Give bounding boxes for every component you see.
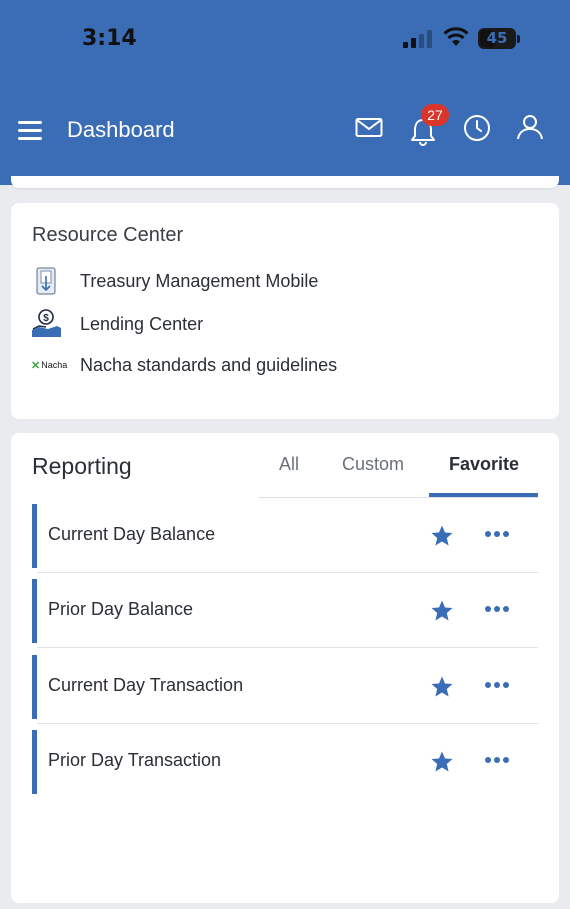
partial-card — [11, 176, 559, 188]
report-row[interactable]: Current Day Transaction — [32, 655, 538, 730]
reporting-title: Reporting — [32, 453, 132, 479]
resource-item-lending[interactable]: $ Lending Center — [31, 308, 203, 340]
nacha-logo: ✕ Nacha — [31, 359, 68, 372]
tabs-divider — [259, 497, 538, 498]
svg-text:$: $ — [43, 313, 49, 324]
battery-percent: 45 — [486, 29, 508, 47]
tab-custom[interactable]: Custom — [342, 454, 404, 475]
resource-item-nacha[interactable]: ✕ Nacha Nacha standards and guidelines — [31, 349, 337, 381]
more-options-icon[interactable] — [484, 681, 510, 689]
resource-center-card: Resource Center Treasury Management Mobi… — [11, 203, 559, 419]
app-header: 3:14 45 Dashboard 27 — [0, 0, 570, 185]
report-row[interactable]: Current Day Balance — [32, 504, 538, 579]
page-title: Dashboard — [67, 117, 175, 142]
resource-item-label: Treasury Management Mobile — [80, 270, 319, 291]
user-icon[interactable] — [516, 113, 544, 141]
report-row[interactable]: Prior Day Balance — [32, 579, 538, 654]
tab-favorite[interactable]: Favorite — [449, 454, 519, 475]
clock-icon[interactable] — [463, 114, 491, 142]
report-name: Current Day Balance — [48, 524, 216, 544]
report-row[interactable]: Prior Day Transaction — [32, 730, 538, 805]
report-name: Prior Day Balance — [48, 599, 194, 619]
report-name: Current Day Transaction — [48, 675, 244, 695]
star-icon[interactable] — [430, 750, 454, 774]
more-options-icon[interactable] — [484, 605, 510, 613]
star-icon[interactable] — [430, 599, 454, 623]
star-icon[interactable] — [430, 675, 454, 699]
cellular-signal-icon — [403, 30, 432, 48]
active-tab-indicator — [429, 493, 538, 497]
star-icon[interactable] — [430, 524, 454, 548]
status-time: 3:14 — [82, 26, 137, 51]
more-options-icon[interactable] — [484, 530, 510, 538]
mobile-document-icon — [36, 267, 56, 295]
hand-dollar-icon: $ — [32, 309, 61, 337]
notification-badge: 27 — [421, 104, 449, 126]
menu-icon[interactable] — [18, 121, 42, 141]
mail-icon[interactable] — [355, 117, 383, 139]
resource-item-label: Nacha standards and guidelines — [80, 354, 338, 375]
battery-icon: 45 — [478, 28, 520, 50]
resource-center-title: Resource Center — [32, 224, 184, 246]
tab-all[interactable]: All — [279, 454, 299, 475]
resource-item-label: Lending Center — [80, 313, 204, 334]
reporting-card: Reporting All Custom Favorite Current Da… — [11, 433, 559, 903]
wifi-icon — [443, 27, 469, 46]
report-name: Prior Day Transaction — [48, 750, 222, 770]
more-options-icon[interactable] — [484, 756, 510, 764]
resource-item-treasury[interactable]: Treasury Management Mobile — [31, 265, 318, 297]
